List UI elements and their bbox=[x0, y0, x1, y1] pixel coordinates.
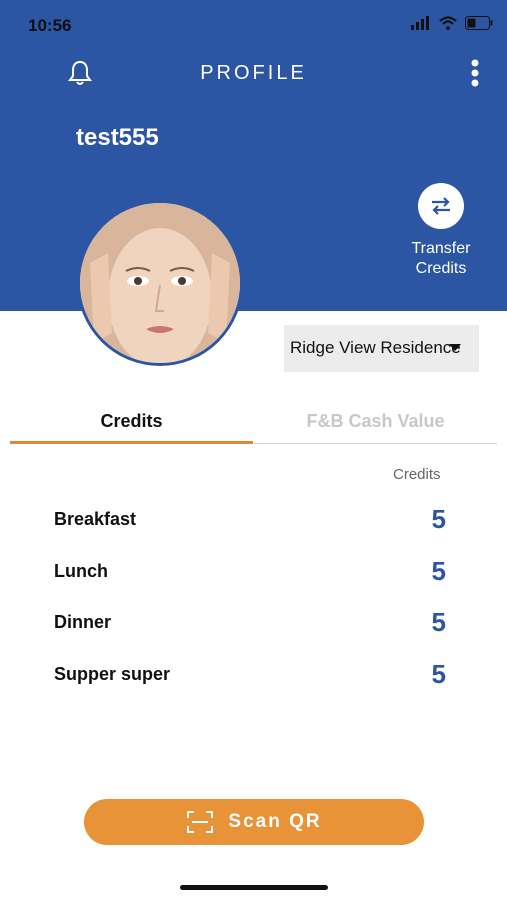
status-icons bbox=[411, 16, 493, 30]
avatar bbox=[77, 200, 243, 366]
kebab-menu-icon[interactable] bbox=[469, 58, 481, 88]
tab-fb-cash-value[interactable]: F&B Cash Value bbox=[254, 400, 497, 444]
credit-row-value: 5 bbox=[431, 607, 446, 637]
top-bar: PROFILE bbox=[0, 50, 507, 96]
tab-credits[interactable]: Credits bbox=[10, 400, 253, 444]
credit-row-label: Supper super bbox=[54, 664, 171, 684]
scan-qr-label: Scan QR bbox=[228, 811, 322, 832]
credit-row-label: Lunch bbox=[54, 561, 108, 581]
chevron-down-icon bbox=[449, 344, 461, 351]
signal-icon bbox=[411, 16, 429, 30]
home-indicator bbox=[180, 885, 328, 890]
transfer-icon-circle bbox=[418, 183, 464, 229]
scan-qr-button[interactable]: Scan QR bbox=[84, 799, 424, 845]
credit-row-label: Dinner bbox=[54, 612, 112, 632]
transfer-label-line2: Credits bbox=[415, 260, 467, 277]
credits-column-header: Credits bbox=[393, 466, 441, 483]
status-bar: 10:56 bbox=[0, 0, 507, 50]
page-title: PROFILE bbox=[200, 62, 307, 84]
credit-row: Breakfast 5 bbox=[54, 500, 446, 540]
credit-row-label: Breakfast bbox=[54, 509, 137, 529]
transfer-label-line1: Transfer bbox=[411, 240, 471, 257]
credit-row-value: 5 bbox=[431, 556, 446, 586]
scan-qr-icon bbox=[187, 811, 214, 833]
credit-row: Dinner 5 bbox=[54, 603, 446, 643]
status-time: 10:56 bbox=[28, 16, 72, 35]
transfer-icon bbox=[432, 197, 450, 215]
battery-icon bbox=[465, 16, 493, 30]
credit-row: Supper super 5 bbox=[54, 655, 446, 695]
transfer-label: Transfer Credits bbox=[397, 239, 485, 279]
location-dropdown[interactable]: Ridge View Residence bbox=[284, 325, 479, 372]
location-selected: Ridge View Residence bbox=[290, 338, 461, 357]
credit-row-value: 5 bbox=[431, 504, 446, 534]
transfer-credits-button[interactable]: Transfer Credits bbox=[397, 183, 485, 279]
username: test555 bbox=[76, 124, 159, 151]
credit-row: Lunch 5 bbox=[54, 552, 446, 592]
wifi-icon bbox=[439, 16, 457, 30]
tab-bar: Credits F&B Cash Value bbox=[10, 400, 497, 444]
avatar-photo bbox=[80, 203, 240, 363]
credit-row-value: 5 bbox=[431, 659, 446, 689]
